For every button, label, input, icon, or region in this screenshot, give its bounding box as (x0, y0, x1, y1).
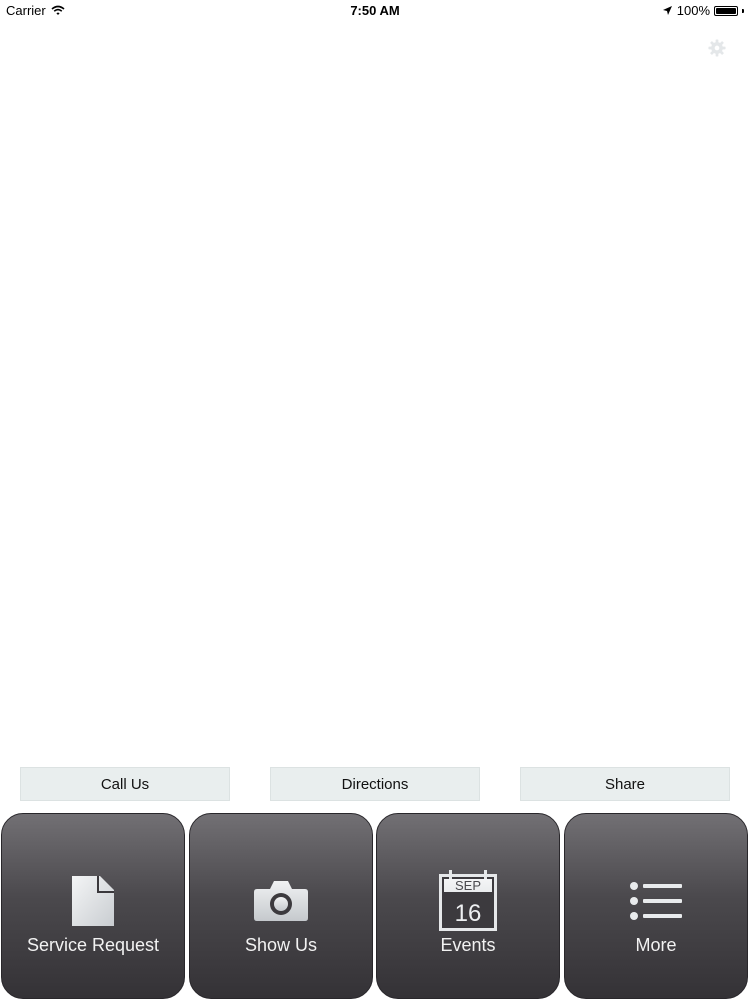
tab-label: Show Us (244, 935, 318, 955)
calendar-month: SEP (455, 878, 481, 893)
gear-icon[interactable] (708, 39, 726, 57)
tab-icon-wrap: SEP 16 (377, 870, 559, 932)
battery-icon (714, 5, 738, 16)
tab-more[interactable]: More (564, 813, 748, 999)
calendar-day: 16 (455, 900, 482, 927)
battery-percent: 100% (676, 3, 710, 18)
tab-service-request[interactable]: Service Request (1, 813, 185, 999)
tab-icon-wrap (565, 870, 747, 932)
directions-label: Directions (341, 775, 409, 793)
tab-icon-wrap (190, 870, 372, 932)
camera-icon (254, 881, 308, 921)
call-us-label: Call Us (100, 775, 150, 793)
tab-events[interactable]: SEP 16 Events (376, 813, 560, 999)
tab-label: Events (440, 935, 496, 955)
status-bar: Carrier 7:50 AM 100% (0, 0, 750, 22)
calendar-icon: SEP 16 (439, 870, 497, 931)
status-time: 7:50 AM (350, 3, 400, 18)
share-button[interactable]: Share (520, 767, 730, 801)
tab-show-us[interactable]: Show Us (189, 813, 373, 999)
battery-tip (742, 8, 744, 13)
list-icon (630, 882, 682, 920)
location-arrow-icon (662, 6, 672, 15)
directions-button[interactable]: Directions (270, 767, 480, 801)
tab-label: More (635, 935, 677, 955)
document-icon (72, 876, 114, 926)
status-right: 100% (662, 3, 744, 18)
call-us-button[interactable]: Call Us (20, 767, 230, 801)
tab-label: Service Request (26, 935, 160, 955)
battery-fill (716, 7, 736, 14)
share-label: Share (604, 775, 646, 793)
tab-icon-wrap (2, 870, 184, 932)
